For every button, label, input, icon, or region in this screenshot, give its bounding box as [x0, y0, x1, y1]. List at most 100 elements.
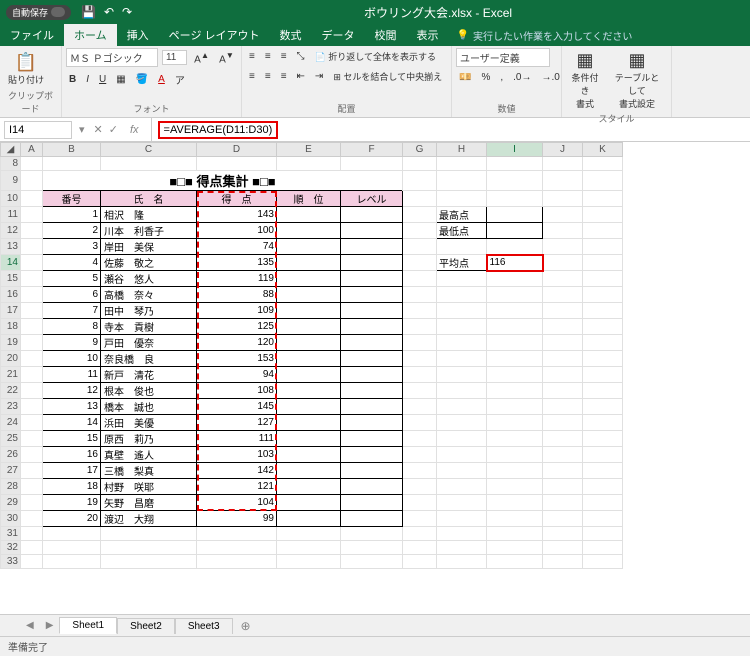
col-header-i[interactable]: I — [487, 143, 543, 157]
row-header[interactable]: 11 — [1, 207, 21, 223]
cell-level[interactable] — [341, 351, 403, 367]
cell-name[interactable]: 新戸 清花 — [101, 367, 197, 383]
row-header[interactable]: 15 — [1, 271, 21, 287]
cell-num[interactable]: 14 — [43, 415, 101, 431]
new-sheet-button[interactable]: ⊕ — [241, 619, 251, 633]
cell-level[interactable] — [341, 239, 403, 255]
cell-rank[interactable] — [277, 287, 341, 303]
col-header-c[interactable]: C — [101, 143, 197, 157]
paste-button[interactable]: 📋 貼り付け — [4, 50, 48, 88]
percent-icon[interactable]: % — [478, 70, 493, 85]
cell-num[interactable]: 9 — [43, 335, 101, 351]
tell-me-search[interactable]: 💡 実行したい作業を入力してください — [449, 24, 641, 46]
cell-score[interactable]: 104 — [197, 495, 277, 511]
decrease-indent-icon[interactable]: ⇤ — [294, 69, 308, 84]
tab-home[interactable]: ホーム — [64, 24, 117, 46]
cell-score[interactable]: 120 — [197, 335, 277, 351]
phonetic-button[interactable]: ア — [172, 70, 188, 89]
cell-score[interactable]: 127 — [197, 415, 277, 431]
row-header[interactable]: 31 — [1, 527, 21, 541]
align-top-icon[interactable]: ≡ — [246, 49, 258, 64]
select-all-corner[interactable]: ◢ — [1, 143, 21, 157]
col-header-k[interactable]: K — [583, 143, 623, 157]
cell-rank[interactable] — [277, 239, 341, 255]
row-header[interactable]: 32 — [1, 541, 21, 555]
autosave-toggle[interactable]: 自動保存 — [6, 5, 71, 20]
cell-level[interactable] — [341, 335, 403, 351]
cell-level[interactable] — [341, 511, 403, 527]
cell-level[interactable] — [341, 255, 403, 271]
cell-rank[interactable] — [277, 415, 341, 431]
cell-name[interactable]: 浜田 美優 — [101, 415, 197, 431]
cell-num[interactable]: 1 — [43, 207, 101, 223]
cell-level[interactable] — [341, 431, 403, 447]
row-header[interactable]: 8 — [1, 157, 21, 171]
increase-font-icon[interactable]: A▲ — [191, 48, 212, 67]
align-center-icon[interactable]: ≡ — [262, 69, 274, 84]
sheet-tab-3[interactable]: Sheet3 — [175, 618, 233, 634]
col-header-b[interactable]: B — [43, 143, 101, 157]
cell-score[interactable]: 103 — [197, 447, 277, 463]
cell-name[interactable]: 高橋 奈々 — [101, 287, 197, 303]
cell-num[interactable]: 17 — [43, 463, 101, 479]
row-header[interactable]: 33 — [1, 555, 21, 569]
value-avg[interactable]: 116 — [487, 255, 543, 271]
cell-num[interactable]: 18 — [43, 479, 101, 495]
decrease-font-icon[interactable]: A▼ — [216, 48, 237, 67]
row-header[interactable]: 20 — [1, 351, 21, 367]
cell-rank[interactable] — [277, 335, 341, 351]
cell-num[interactable]: 5 — [43, 271, 101, 287]
cell-num[interactable]: 13 — [43, 399, 101, 415]
font-size-select[interactable]: 11 — [162, 50, 187, 65]
cell-name[interactable]: 原西 莉乃 — [101, 431, 197, 447]
cell-name[interactable]: 川本 利香子 — [101, 223, 197, 239]
fill-color-button[interactable]: 🪣 — [133, 72, 151, 87]
cell-level[interactable] — [341, 223, 403, 239]
tab-insert[interactable]: 挿入 — [117, 24, 159, 46]
cell-rank[interactable] — [277, 319, 341, 335]
sheet-tab-2[interactable]: Sheet2 — [117, 618, 175, 634]
align-right-icon[interactable]: ≡ — [278, 69, 290, 84]
tab-file[interactable]: ファイル — [0, 24, 64, 46]
cell-rank[interactable] — [277, 495, 341, 511]
cell-num[interactable]: 11 — [43, 367, 101, 383]
cell-level[interactable] — [341, 207, 403, 223]
cell-score[interactable]: 135 — [197, 255, 277, 271]
enter-formula-icon[interactable]: ✓ — [109, 123, 118, 136]
cell-num[interactable]: 6 — [43, 287, 101, 303]
cell-rank[interactable] — [277, 223, 341, 239]
tab-data[interactable]: データ — [312, 24, 365, 46]
cell-rank[interactable] — [277, 511, 341, 527]
cell-score[interactable]: 109 — [197, 303, 277, 319]
cell-num[interactable]: 3 — [43, 239, 101, 255]
row-header[interactable]: 21 — [1, 367, 21, 383]
col-header-e[interactable]: E — [277, 143, 341, 157]
formula-input[interactable]: =AVERAGE(D11:D30) — [152, 119, 750, 141]
cell-name[interactable]: 戸田 優奈 — [101, 335, 197, 351]
cell-name[interactable]: 矢野 昌磨 — [101, 495, 197, 511]
increase-decimal-icon[interactable]: .0→ — [510, 70, 534, 85]
row-header[interactable]: 26 — [1, 447, 21, 463]
cell-score[interactable]: 143 — [197, 207, 277, 223]
cell-level[interactable] — [341, 271, 403, 287]
cell-rank[interactable] — [277, 207, 341, 223]
col-header-d[interactable]: D — [197, 143, 277, 157]
cell-rank[interactable] — [277, 431, 341, 447]
row-header[interactable]: 25 — [1, 431, 21, 447]
cell-rank[interactable] — [277, 367, 341, 383]
font-color-button[interactable]: A — [155, 72, 168, 87]
row-header[interactable]: 14 — [1, 255, 21, 271]
cell-score[interactable]: 125 — [197, 319, 277, 335]
cell-name[interactable]: 佐藤 敬之 — [101, 255, 197, 271]
cancel-formula-icon[interactable]: ✕ — [94, 123, 103, 136]
cell-rank[interactable] — [277, 463, 341, 479]
cell-name[interactable]: 岸田 美保 — [101, 239, 197, 255]
row-header[interactable]: 27 — [1, 463, 21, 479]
format-as-table-button[interactable]: ▦ テーブルとして 書式設定 — [607, 48, 667, 112]
cell-name[interactable]: 三橋 梨真 — [101, 463, 197, 479]
sheet-tab-1[interactable]: Sheet1 — [59, 617, 117, 634]
cell-level[interactable] — [341, 383, 403, 399]
cell-num[interactable]: 12 — [43, 383, 101, 399]
cell-num[interactable]: 19 — [43, 495, 101, 511]
cell-level[interactable] — [341, 303, 403, 319]
